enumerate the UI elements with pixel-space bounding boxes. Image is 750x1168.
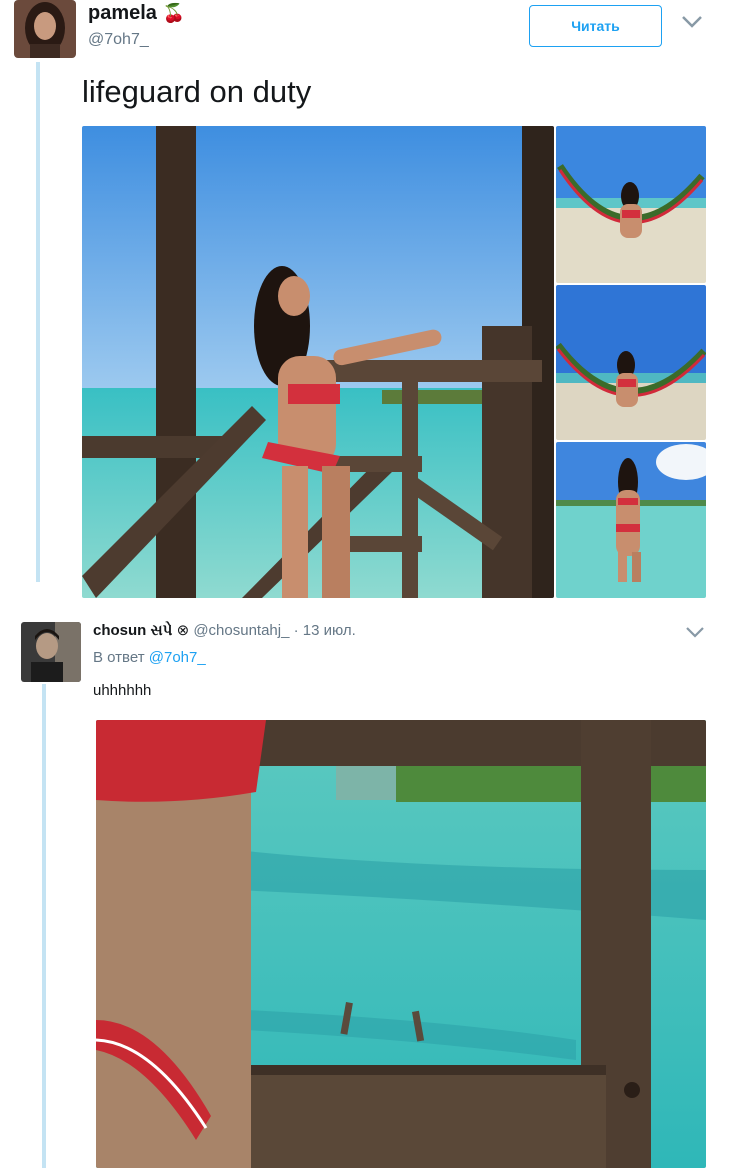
photo-main[interactable]: [82, 126, 554, 598]
photo-thumb-3[interactable]: [556, 442, 706, 598]
reply-avatar[interactable]: [21, 622, 81, 682]
reply-to-line: В ответ @7oh7_: [93, 649, 206, 666]
thread-line-top: [36, 62, 40, 582]
reply-to-prefix: В ответ: [93, 649, 145, 666]
avatar[interactable]: [14, 0, 76, 58]
verified-icon: ⊗: [176, 622, 190, 639]
reply-photo[interactable]: [96, 720, 706, 1168]
author-handle[interactable]: @7oh7_: [88, 31, 149, 49]
reply-header: chosun સપે ⊗ @chosuntahj_ · 13 июл.: [93, 621, 356, 639]
thread-line-bottom: [42, 684, 46, 1168]
reply-text: uhhhhhh: [93, 682, 152, 699]
reply-date[interactable]: · 13 июл.: [294, 622, 356, 639]
tweet-text: lifeguard on duty: [82, 74, 312, 109]
photo-thumb-1[interactable]: [556, 126, 706, 283]
reply-author-name[interactable]: chosun સપે: [93, 622, 172, 639]
author-name[interactable]: pamela 🍒: [88, 2, 185, 25]
follow-button[interactable]: Читать: [529, 5, 662, 47]
chevron-down-icon[interactable]: [681, 15, 703, 34]
reply-author-handle[interactable]: @chosuntahj_: [193, 622, 289, 639]
photo-thumb-2[interactable]: [556, 285, 706, 440]
cherry-icon: 🍒: [162, 3, 185, 23]
reply-chevron-down-icon[interactable]: [685, 625, 705, 643]
author-name-text[interactable]: pamela: [88, 2, 157, 24]
reply-to-handle[interactable]: @7oh7_: [149, 649, 206, 666]
